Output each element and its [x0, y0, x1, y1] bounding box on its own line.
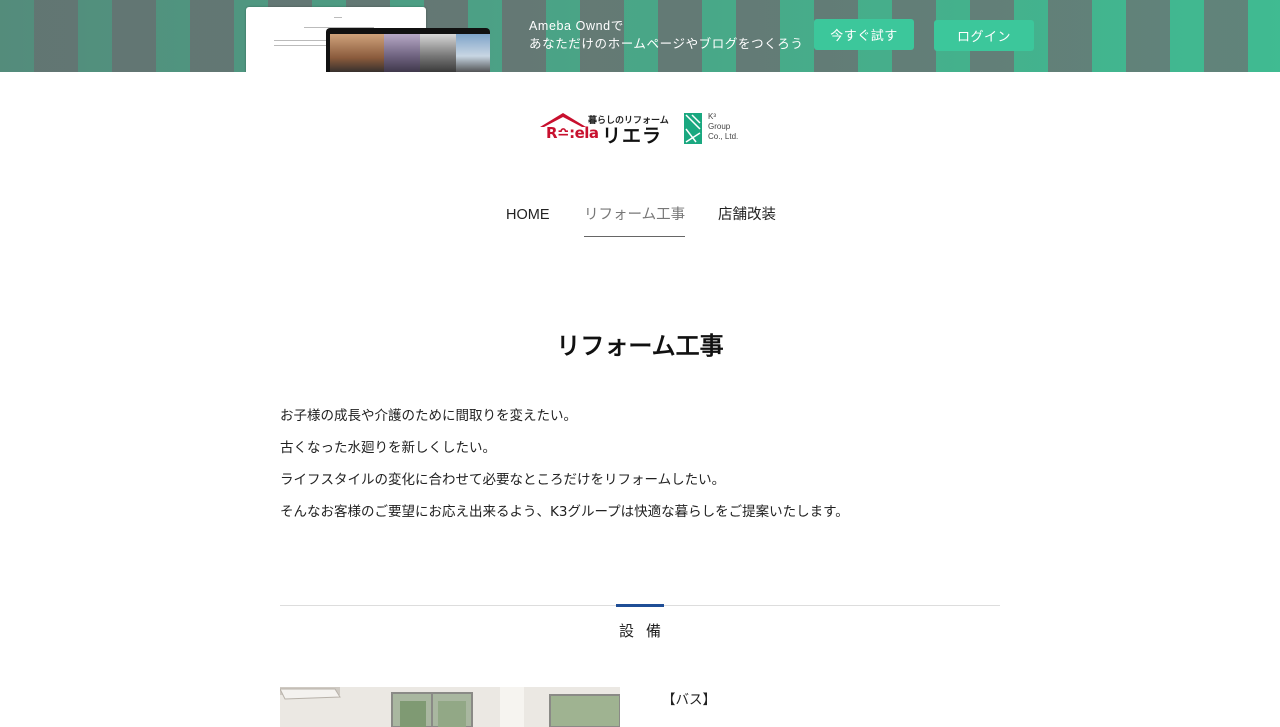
page-title: リフォーム工事 — [556, 332, 724, 360]
partner-line2: Co., Ltd. — [708, 132, 739, 141]
intro-line: ライフスタイルの変化に合わせて必要なところだけをリフォームしたい。 — [280, 472, 726, 488]
promo-mockup-gallery — [326, 28, 490, 72]
promo-banner: Ameba Owndで あなただけのホームページやブログをつくろう 今すぐ試す … — [0, 0, 1280, 72]
try-now-button[interactable]: 今すぐ試す — [814, 19, 914, 50]
logo-brand: R≏:ela — [546, 124, 599, 142]
intro-line: お子様の成長や介護のために間取りを変えたい。 — [280, 408, 577, 424]
partner-line1: Group — [708, 122, 731, 131]
intro-line: そんなお客様のご要望にお応え出来るよう、K3グループは快適な暮らしをご提案いたし… — [280, 504, 849, 520]
promo-line1: Ameba Owndで — [529, 19, 624, 33]
main-nav: HOME リフォーム工事 店舗改装 — [0, 204, 1280, 237]
promo-line2: あなただけのホームページやブログをつくろう — [529, 37, 804, 51]
logo-brand-kana: リエラ — [602, 125, 663, 147]
nav-item-home[interactable]: HOME — [506, 204, 550, 236]
section-accent-bar — [616, 604, 664, 607]
bath-label: 【バス】 — [662, 692, 716, 708]
bath-photo-image — [280, 687, 620, 727]
partner-mark: K³ — [708, 112, 716, 121]
login-button[interactable]: ログイン — [934, 20, 1034, 51]
nav-item-reform[interactable]: リフォーム工事 — [584, 204, 686, 237]
section-title: 設備 — [618, 622, 673, 640]
bath-photo — [280, 687, 620, 727]
intro-line: 古くなった水廻りを新しくしたい。 — [280, 440, 496, 456]
partner-logo-text: K³ Group Co., Ltd. — [708, 112, 738, 142]
promo-text: Ameba Owndで あなただけのホームページやブログをつくろう — [529, 17, 803, 53]
nav-item-shop-renovation[interactable]: 店舗改装 — [718, 204, 776, 236]
intro-text: お子様の成長や介護のために間取りを変えたい。 古くなった水廻りを新しくしたい。 … — [280, 405, 1000, 533]
